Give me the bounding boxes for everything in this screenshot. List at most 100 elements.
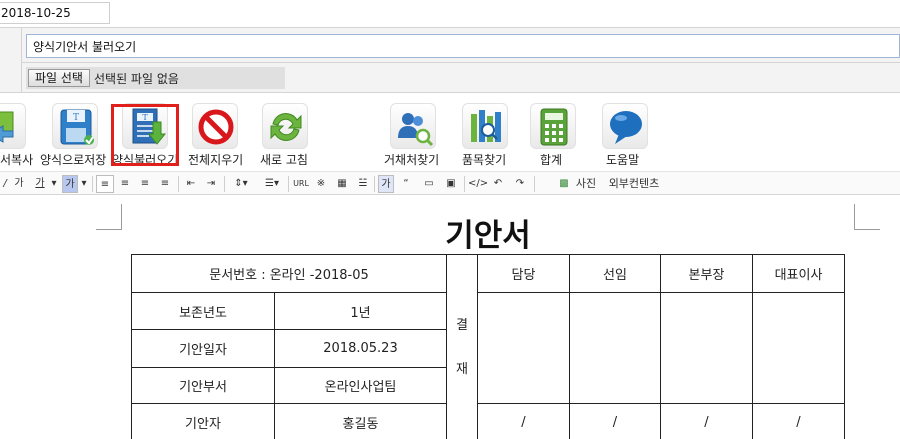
date-row: 2018-10-25 <box>0 0 900 27</box>
external-content-button[interactable]: 외부컨텐츠 <box>606 175 662 193</box>
sum-label: 합계 <box>540 153 563 167</box>
approver-header-3: 본부장 <box>660 254 753 293</box>
refresh-label: 새로 고침 <box>260 153 308 167</box>
signature-cell-2[interactable] <box>569 292 661 404</box>
speech-bubble-icon <box>602 103 648 149</box>
item-search-button[interactable]: 품목찾기 <box>456 96 516 168</box>
client-search-button[interactable]: 거채처찾기 <box>384 96 444 168</box>
approval-label-top: 결 <box>456 318 468 333</box>
align-right-icon[interactable]: ≡ <box>136 175 154 193</box>
italic-button[interactable]: / <box>0 175 10 193</box>
file-label-cell <box>0 63 22 93</box>
approver-header-4: 대표이사 <box>752 254 845 293</box>
copy-button[interactable]: 서복사 <box>0 96 33 168</box>
row-label: 보존년도 <box>131 292 275 330</box>
approval-table: 문서번호 : 온라인 -2018-05 결 재 담당 선임 본부장 대표이사 보… <box>131 254 845 439</box>
doc-number-cell: 문서번호 : 온라인 -2018-05 <box>131 254 447 293</box>
row-value[interactable]: 홍길동 <box>274 403 447 439</box>
save-template-label: 양식으로저장 <box>40 153 107 167</box>
editor-toolbar: / 가 가 ▾ 가 ▾ ≡ ≡ ≡ ≡ ⇤ ⇥ ⇕▾ ☰▾ URL ※ ▦ ☱ … <box>0 171 900 195</box>
refresh-button[interactable]: 새로 고침 <box>256 96 316 168</box>
item-search-label: 품목찾기 <box>462 153 507 167</box>
photo-icon[interactable]: ▩ <box>558 175 570 193</box>
approver-header-1: 담당 <box>477 254 570 293</box>
strike-button[interactable]: 가 <box>12 175 26 193</box>
no-sign-icon <box>192 103 238 149</box>
client-search-label: 거채처찾기 <box>384 153 440 167</box>
signature-cell-4[interactable] <box>752 292 845 404</box>
photo-button[interactable]: 사진 <box>574 175 598 193</box>
horizontal-rule-icon[interactable]: ☱ <box>356 175 370 193</box>
date-field[interactable]: 2018-10-25 <box>0 2 110 24</box>
save-template-button[interactable]: T 양식으로저장 <box>40 96 106 168</box>
align-center-icon[interactable]: ≡ <box>116 175 134 193</box>
indent-icon[interactable]: ⇥ <box>202 175 220 193</box>
svg-text:T: T <box>73 113 79 123</box>
align-left-icon[interactable]: ≡ <box>96 175 114 193</box>
date-slash-3[interactable]: / <box>660 403 753 439</box>
outdent-icon[interactable]: ⇤ <box>182 175 200 193</box>
title-label-cell <box>0 28 22 63</box>
table-icon[interactable]: ▦ <box>334 175 350 193</box>
floppy-disk-icon: T <box>52 103 98 149</box>
divider <box>178 176 179 192</box>
file-row: 파일 선택 선택된 파일 없음 <box>0 63 900 93</box>
load-template-button[interactable]: T 양식불러오기 <box>112 96 178 168</box>
url-button[interactable]: URL <box>290 175 312 193</box>
row-value[interactable]: 온라인사업팀 <box>274 367 447 404</box>
row-label: 기안자 <box>131 403 275 439</box>
file-input[interactable]: 파일 선택 선택된 파일 없음 <box>26 67 285 89</box>
copy-label: 서복사 <box>0 153 34 167</box>
signature-cell-3[interactable] <box>660 292 753 404</box>
refresh-icon <box>262 103 308 149</box>
divider <box>534 176 535 192</box>
copy-icon <box>0 103 26 149</box>
item-search-icon <box>462 103 508 149</box>
calculator-icon <box>530 103 576 149</box>
font-color-arrow-icon[interactable]: ▾ <box>50 175 58 193</box>
title-row: 양식기안서 불러오기 <box>0 27 900 63</box>
help-button[interactable]: 도움말 <box>598 96 652 168</box>
redo-icon[interactable]: ↷ <box>512 175 528 193</box>
people-search-icon <box>390 103 436 149</box>
bg-color-button[interactable]: 가 <box>62 175 78 193</box>
clear-all-button[interactable]: 전체지우기 <box>186 96 246 168</box>
date-slash-2[interactable]: / <box>569 403 661 439</box>
line-height-icon[interactable]: ⇕▾ <box>228 175 254 193</box>
font-color-button[interactable]: 가 <box>30 175 50 193</box>
row-label: 기안일자 <box>131 329 275 368</box>
title-field[interactable]: 양식기안서 불러오기 <box>26 34 900 58</box>
text-box-icon[interactable]: 가 <box>378 175 394 193</box>
file-select-button[interactable]: 파일 선택 <box>28 69 90 87</box>
divider <box>464 176 465 192</box>
load-template-label: 양식불러오기 <box>112 153 179 167</box>
undo-icon[interactable]: ↶ <box>490 175 506 193</box>
sum-button[interactable]: 합계 <box>526 96 580 168</box>
document-title: 기안서 <box>445 218 531 254</box>
help-label: 도움말 <box>606 153 640 167</box>
row-value[interactable]: 1년 <box>274 292 447 330</box>
main-toolbar: 서복사 T 양식으로저장 T 양식불러오기 전체지우기 새로 고침 거채처찾기 … <box>0 96 900 168</box>
approver-header-2: 선임 <box>569 254 661 293</box>
divider <box>92 176 93 192</box>
divider <box>374 176 375 192</box>
quote-icon[interactable]: “ <box>398 175 414 193</box>
svg-text:T: T <box>142 113 148 122</box>
gradient-box-icon[interactable]: ▭ <box>420 175 438 193</box>
source-code-icon[interactable]: </> <box>468 175 488 193</box>
frame-icon[interactable]: ▣ <box>442 175 460 193</box>
special-char-icon[interactable]: ※ <box>314 175 328 193</box>
bg-color-arrow-icon[interactable]: ▾ <box>80 175 88 193</box>
load-template-icon: T <box>122 103 168 149</box>
divider <box>224 176 225 192</box>
approval-label-bottom: 재 <box>456 362 468 377</box>
document-area[interactable]: 기안서 문서번호 : 온라인 -2018-05 결 재 담당 선임 본부장 대표… <box>0 196 900 439</box>
list-icon[interactable]: ☰▾ <box>258 175 286 193</box>
row-value[interactable]: 2018.05.23 <box>274 329 447 368</box>
approval-label-cell: 결 재 <box>446 254 478 439</box>
align-justify-icon[interactable]: ≡ <box>156 175 174 193</box>
date-slash-4[interactable]: / <box>752 403 845 439</box>
date-slash-1[interactable]: / <box>477 403 570 439</box>
divider <box>288 176 289 192</box>
signature-cell-1[interactable] <box>477 292 570 404</box>
